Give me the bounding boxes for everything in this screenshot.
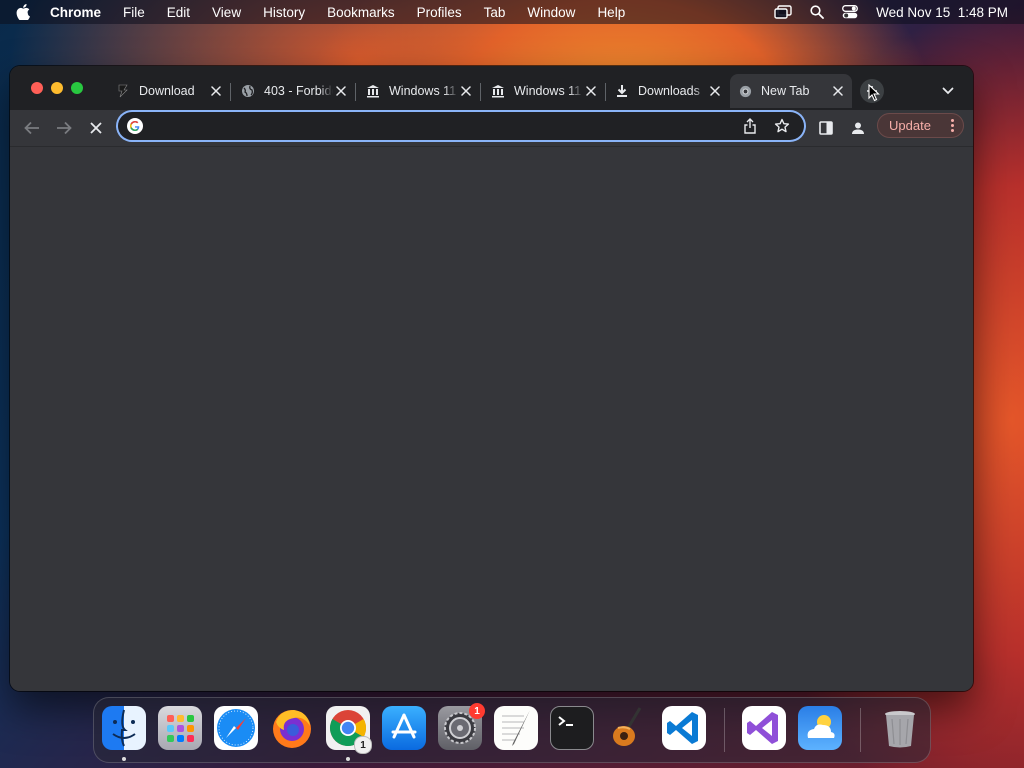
running-indicator	[346, 757, 350, 761]
bank-icon	[366, 84, 380, 98]
running-indicator	[122, 757, 126, 761]
toolbar: Update	[10, 110, 973, 146]
launchpad-icon[interactable]	[158, 706, 202, 750]
weather-icon[interactable]	[798, 706, 842, 750]
close-tab-icon[interactable]	[707, 83, 723, 99]
menu-view[interactable]: View	[212, 5, 241, 20]
tab-title: Download	[139, 84, 195, 98]
close-tab-icon[interactable]	[583, 83, 599, 99]
forward-arrow-icon	[57, 121, 72, 135]
tab-separator	[480, 83, 481, 101]
chrome-badge: 1	[354, 736, 372, 754]
google-logo-icon	[126, 117, 144, 135]
menu-bar: Chrome File Edit View History Bookmarks …	[0, 0, 1024, 24]
safari-icon[interactable]	[214, 706, 258, 750]
app-store-icon[interactable]	[382, 706, 426, 750]
close-tab-icon[interactable]	[830, 83, 846, 99]
tab-title: 403 - Forbidden	[264, 84, 333, 98]
tab-download[interactable]: Download	[108, 74, 231, 108]
trash-icon[interactable]	[878, 706, 922, 750]
update-button[interactable]: Update	[877, 113, 964, 138]
profile-avatar-icon[interactable]	[849, 119, 867, 137]
dock: 1 1	[93, 697, 931, 763]
update-label: Update	[889, 118, 931, 133]
terminal-icon[interactable]	[550, 706, 594, 750]
menu-help[interactable]: Help	[597, 5, 625, 20]
close-tab-icon[interactable]	[208, 83, 224, 99]
mouse-pointer-icon	[868, 84, 880, 102]
garageband-icon[interactable]	[606, 706, 650, 750]
tab-separator	[230, 83, 231, 101]
dock-separator	[860, 708, 861, 752]
tab-strip: Download 403 - Forbidden Windows 11	[10, 66, 973, 110]
address-bar[interactable]	[118, 112, 804, 140]
tab-search-chevron-icon[interactable]	[942, 82, 954, 100]
stop-loading-button[interactable]	[87, 119, 105, 137]
side-panel-icon[interactable]	[817, 119, 835, 137]
menu-bookmarks[interactable]: Bookmarks	[327, 5, 395, 20]
system-settings-badge: 1	[469, 703, 485, 719]
tab-windows-11-b[interactable]: Windows 11	[483, 74, 606, 108]
close-window-button[interactable]	[31, 82, 43, 94]
globe-icon	[241, 84, 255, 98]
menu-file[interactable]: File	[123, 5, 145, 20]
download-icon	[615, 84, 629, 98]
minimize-window-button[interactable]	[51, 82, 63, 94]
close-icon	[90, 122, 102, 134]
back-arrow-icon	[24, 121, 39, 135]
menu-clock[interactable]: Wed Nov 15 1:48 PM	[876, 5, 1008, 20]
tab-title: Windows 11	[514, 84, 582, 98]
tab-new-tab[interactable]: New Tab	[730, 74, 852, 108]
tab-title: New Tab	[761, 84, 810, 98]
more-options-icon	[951, 119, 954, 132]
page-content	[10, 146, 973, 691]
close-tab-icon[interactable]	[333, 83, 349, 99]
spotlight-search-icon[interactable]	[810, 5, 825, 19]
tab-title: Windows 11	[389, 84, 457, 98]
puzzle-icon	[116, 84, 130, 98]
visual-studio-icon[interactable]	[742, 706, 786, 750]
tab-separator	[355, 83, 356, 101]
menu-profiles[interactable]: Profiles	[417, 5, 462, 20]
close-tab-icon[interactable]	[458, 83, 474, 99]
chrome-icon	[738, 84, 752, 98]
tab-403-forbidden[interactable]: 403 - Forbidden	[233, 74, 356, 108]
vscode-icon[interactable]	[662, 706, 706, 750]
tab-title: Downloads	[638, 84, 700, 98]
tab-windows-11-a[interactable]: Windows 11	[358, 74, 481, 108]
tab-separator	[605, 83, 606, 101]
zoom-window-button[interactable]	[71, 82, 83, 94]
control-center-icon[interactable]	[842, 5, 859, 19]
tab-downloads[interactable]: Downloads	[607, 74, 729, 108]
menu-edit[interactable]: Edit	[167, 5, 190, 20]
bookmark-star-icon[interactable]	[772, 116, 792, 136]
menu-app-name[interactable]: Chrome	[50, 5, 101, 20]
screen-mirroring-icon[interactable]	[774, 5, 792, 19]
bank-icon	[491, 84, 505, 98]
finder-icon[interactable]	[102, 706, 146, 750]
menu-history[interactable]: History	[263, 5, 305, 20]
menu-tab[interactable]: Tab	[484, 5, 506, 20]
forward-button[interactable]	[55, 119, 73, 137]
apple-menu-icon[interactable]	[16, 4, 36, 20]
menu-window[interactable]: Window	[527, 5, 575, 20]
share-icon[interactable]	[740, 116, 760, 136]
dock-separator	[724, 708, 725, 752]
firefox-icon[interactable]	[270, 706, 314, 750]
omnibox-input[interactable]	[150, 117, 740, 135]
textedit-icon[interactable]	[494, 706, 538, 750]
chrome-window: Download 403 - Forbidden Windows 11	[10, 66, 973, 691]
back-button[interactable]	[23, 119, 41, 137]
